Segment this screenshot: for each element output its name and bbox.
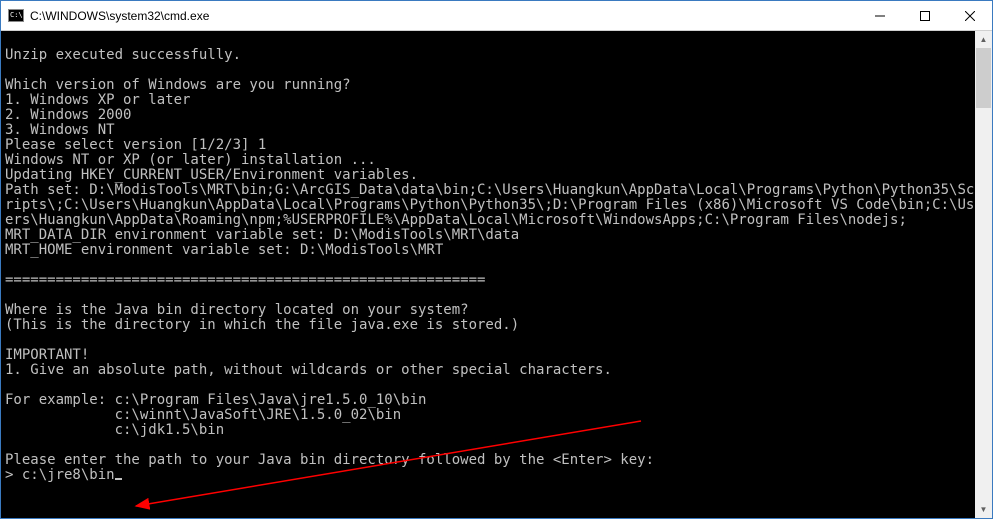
scroll-up-arrow[interactable]: ▲: [975, 31, 992, 48]
vertical-scrollbar[interactable]: ▲ ▼: [975, 31, 992, 518]
titlebar[interactable]: C:\WINDOWS\system32\cmd.exe: [1, 1, 992, 31]
client-area: Unzip executed successfully. Which versi…: [1, 31, 992, 518]
close-icon: [965, 11, 975, 21]
window-controls: [857, 1, 992, 30]
maximize-icon: [920, 11, 930, 21]
close-button[interactable]: [947, 1, 992, 30]
scroll-thumb[interactable]: [976, 48, 991, 108]
minimize-button[interactable]: [857, 1, 902, 30]
cmd-window: C:\WINDOWS\system32\cmd.exe Unzip execut…: [0, 0, 993, 519]
minimize-icon: [875, 11, 885, 21]
cmd-icon: [8, 9, 24, 22]
terminal-output[interactable]: Unzip executed successfully. Which versi…: [1, 31, 975, 518]
window-title: C:\WINDOWS\system32\cmd.exe: [30, 9, 857, 23]
maximize-button[interactable]: [902, 1, 947, 30]
scroll-down-arrow[interactable]: ▼: [975, 501, 992, 518]
